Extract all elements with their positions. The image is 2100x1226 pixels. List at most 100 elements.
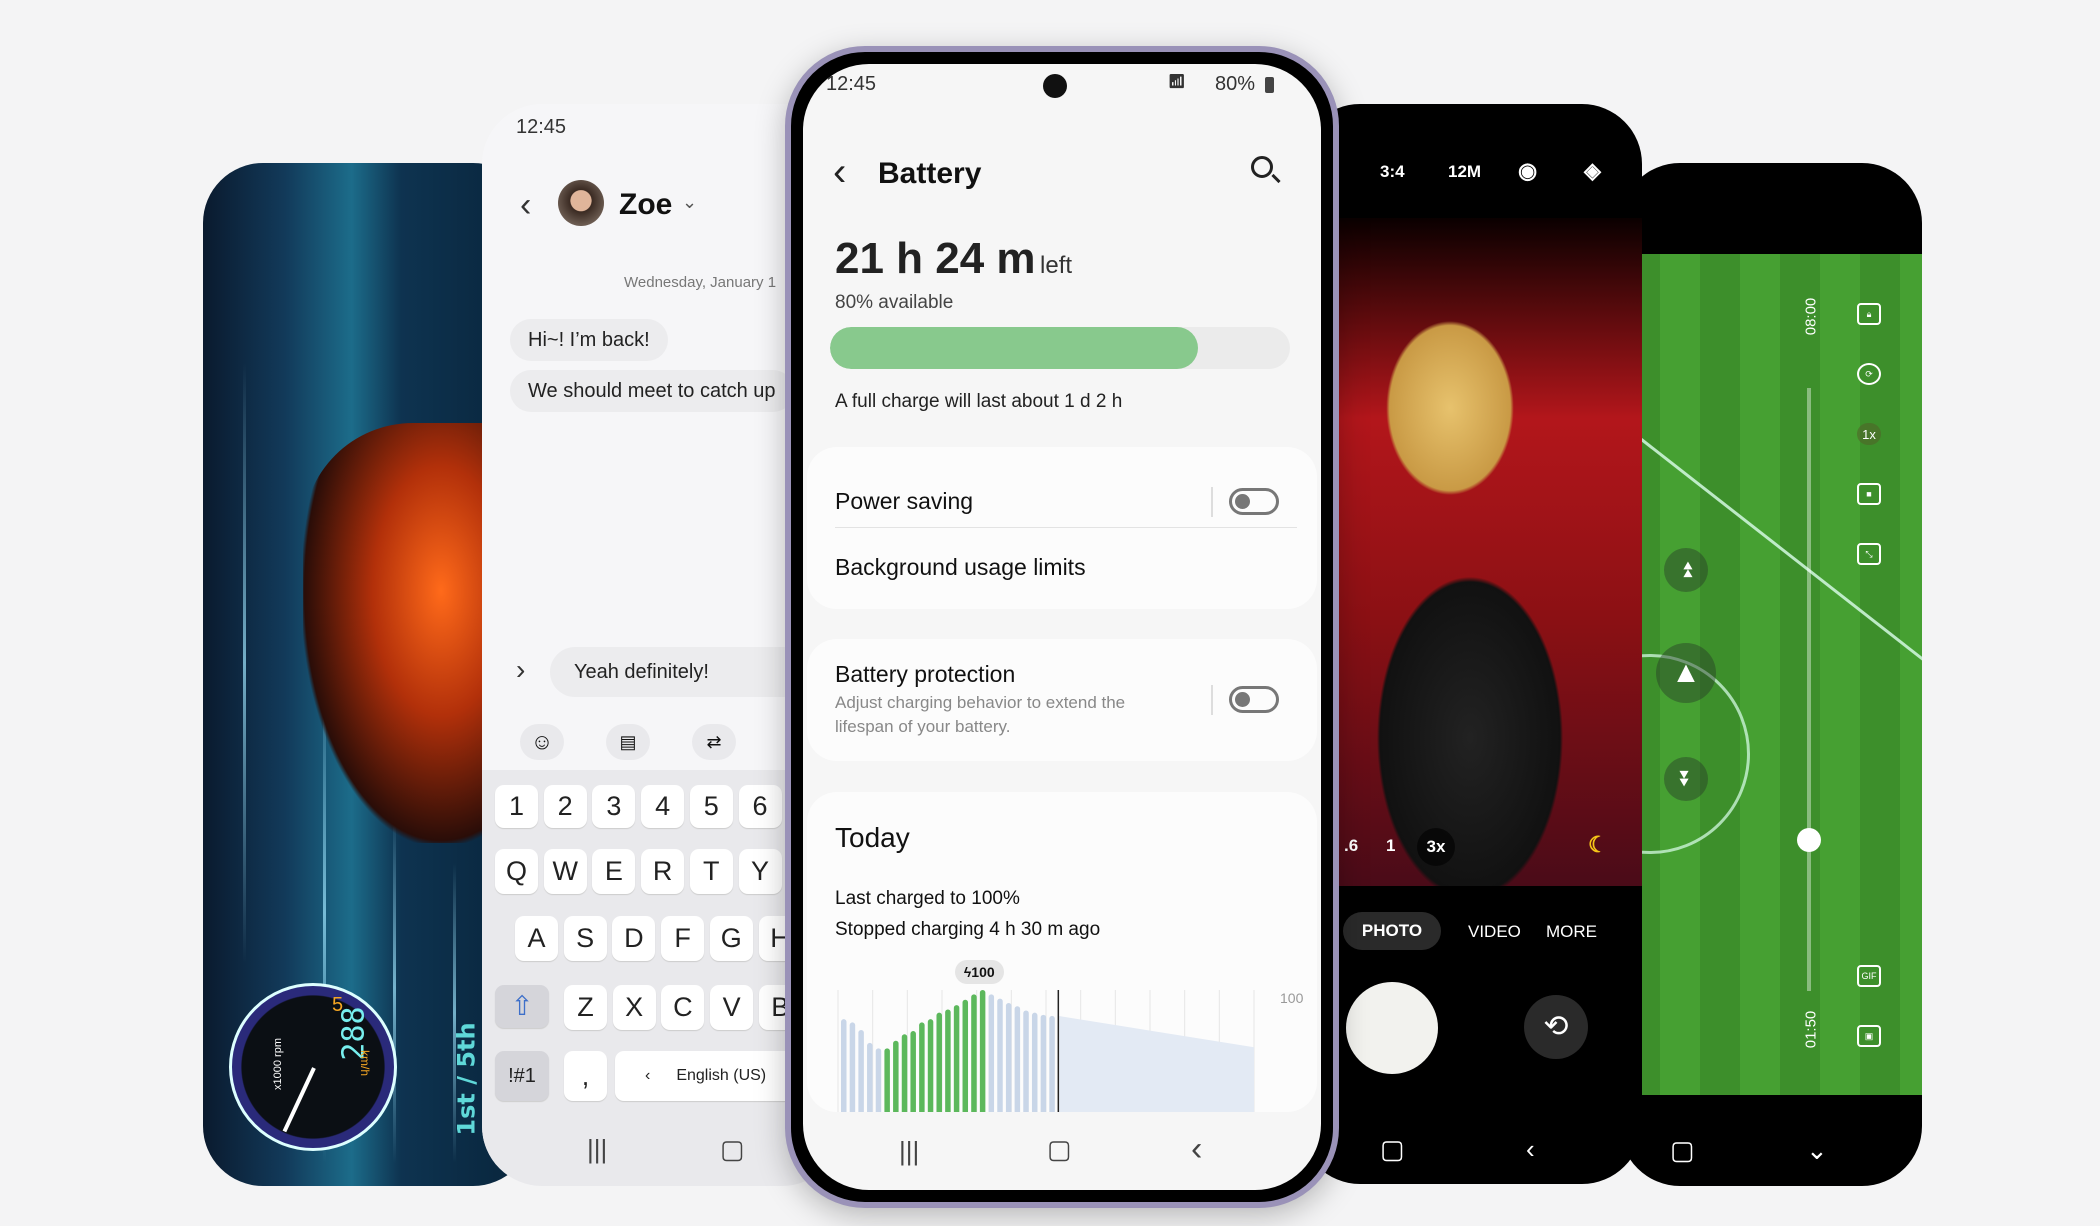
home-button[interactable]: ▢ [1380,1134,1405,1165]
expand-icon[interactable]: ⤡ [1857,543,1881,565]
gauge-rpm-label: x1000 rpm [271,1038,284,1090]
usage-bar [1049,1015,1055,1112]
text-sticker-icon[interactable]: ▤ [606,724,650,760]
key[interactable]: G [709,916,753,961]
shutter-button[interactable] [1346,982,1438,1074]
mode-more[interactable]: MORE [1546,922,1597,942]
back-button[interactable]: ‹ [1526,1134,1535,1165]
back-button[interactable]: ‹ [1191,1130,1202,1169]
time-start: 01:50 [1802,1010,1820,1049]
shift-key[interactable]: ⇧ [495,985,549,1028]
full-charge-estimate: A full charge will last about 1 d 2 h [835,391,1123,412]
mode-photo[interactable]: PHOTO [1343,912,1441,950]
usage-bar [1031,1012,1038,1112]
play-icon[interactable]: ▲ [1656,643,1716,703]
battery-usage-chart [837,990,1255,1112]
power-saving-item[interactable]: Power saving [835,473,1235,529]
key[interactable]: C [661,985,705,1030]
key[interactable]: Z [564,985,607,1030]
key[interactable]: 5 [689,785,733,828]
stop-icon[interactable]: ■ [1857,483,1881,505]
recents-button[interactable]: ||| [899,1136,919,1167]
translate-icon[interactable]: ⇄ [692,724,736,760]
key[interactable]: W [543,849,587,894]
language-label: English (US) [676,1067,767,1084]
charging-bar [953,1005,960,1112]
key[interactable]: Q [495,849,538,894]
conversation-date: Wednesday, January 1 [624,274,777,291]
rotate-icon[interactable]: ⟳ [1857,363,1881,385]
key[interactable]: 1 [495,785,538,828]
comma-key[interactable]: , [564,1051,607,1101]
back-icon[interactable]: ‹ [520,186,531,225]
key[interactable]: Y [738,849,782,894]
key[interactable]: T [689,849,733,894]
back-icon[interactable]: ‹ [833,150,846,195]
divider [1211,685,1213,715]
key[interactable]: 4 [641,785,685,828]
mode-video[interactable]: VIDEO [1468,922,1521,942]
zoom-option[interactable]: 1 [1386,836,1395,856]
key[interactable]: V [710,985,754,1030]
background-usage-limits-item[interactable]: Background usage limits [835,539,1275,595]
filters-icon[interactable]: ◈ [1584,158,1601,184]
status-battery: 80% [1215,73,1256,95]
usage-bar [875,1048,882,1112]
wifi-signal-icon: 📶︎ [1168,73,1186,89]
battery-icon [1265,77,1274,93]
lock-icon[interactable]: 🔒︎ [1857,303,1881,325]
zoom-option[interactable]: .6 [1344,836,1358,856]
emoji-icon[interactable]: ☺ [520,724,564,760]
rewind-icon[interactable]: ⏫︎ [1664,548,1708,592]
charging-bar [962,999,969,1112]
charging-bar [971,994,977,1112]
avatar[interactable] [558,180,604,226]
hide-nav-icon[interactable]: ⌄ [1806,1135,1828,1166]
recents-button[interactable]: ||| [587,1134,607,1165]
capture-icon[interactable]: ▣ [1857,1025,1881,1047]
gif-button[interactable]: GIF [1857,965,1881,987]
key[interactable]: X [612,985,656,1030]
expand-icon[interactable]: › [516,654,525,686]
key[interactable]: A [515,916,558,961]
forward-icon[interactable]: ⏬︎ [1664,757,1708,801]
usage-bar [988,994,995,1112]
battery-level-bar [830,327,1290,369]
key[interactable]: F [661,916,705,961]
contact-name[interactable]: Zoe [619,188,672,222]
timeline-track[interactable] [1797,388,1821,991]
battery-protection-toggle[interactable] [1229,686,1279,713]
battery-phone: 12:45 📶︎ 80% ‹ Battery 21 h 24 m left 80… [785,46,1339,1208]
search-icon[interactable] [1251,156,1281,184]
key[interactable]: E [592,849,636,894]
flip-camera-icon[interactable]: ⟲ [1524,995,1588,1059]
chevron-down-icon[interactable]: ⌄ [682,192,697,213]
key[interactable]: R [641,849,685,894]
resolution-button[interactable]: 12M [1448,162,1481,182]
charging-bar [919,1022,925,1112]
key[interactable]: 6 [738,785,782,828]
battery-level-fill [830,327,1198,369]
home-button[interactable]: ▢ [720,1134,745,1165]
time-end: 08:00 [1802,297,1820,336]
zoom-button[interactable]: 1x [1857,423,1881,445]
usage-bar [867,1042,873,1112]
key[interactable]: S [563,916,607,961]
symbols-key[interactable]: !#1 [495,1051,549,1101]
ratio-button[interactable]: 3:4 [1380,162,1405,182]
home-button[interactable]: ▢ [1670,1135,1695,1166]
night-mode-icon[interactable]: ☾ [1588,832,1608,858]
power-saving-toggle[interactable] [1229,488,1279,515]
battery-protection-label: Battery protection [835,661,1016,687]
key[interactable]: 2 [543,785,587,828]
home-button[interactable]: ▢ [1047,1134,1072,1165]
zoom-option-active[interactable]: 3x [1417,828,1455,866]
motion-photo-icon[interactable]: ◉ [1518,158,1537,184]
speedometer-gauge: 288 5 km/h x1000 rpm [229,983,397,1151]
peak-badge: ϟ100 [954,960,1004,984]
battery-protection-card[interactable]: Battery protection Adjust charging behav… [807,639,1317,761]
camera-viewfinder[interactable] [1300,218,1642,886]
key[interactable]: 3 [592,785,636,828]
usage-bar [849,1022,856,1112]
key[interactable]: D [612,916,656,961]
